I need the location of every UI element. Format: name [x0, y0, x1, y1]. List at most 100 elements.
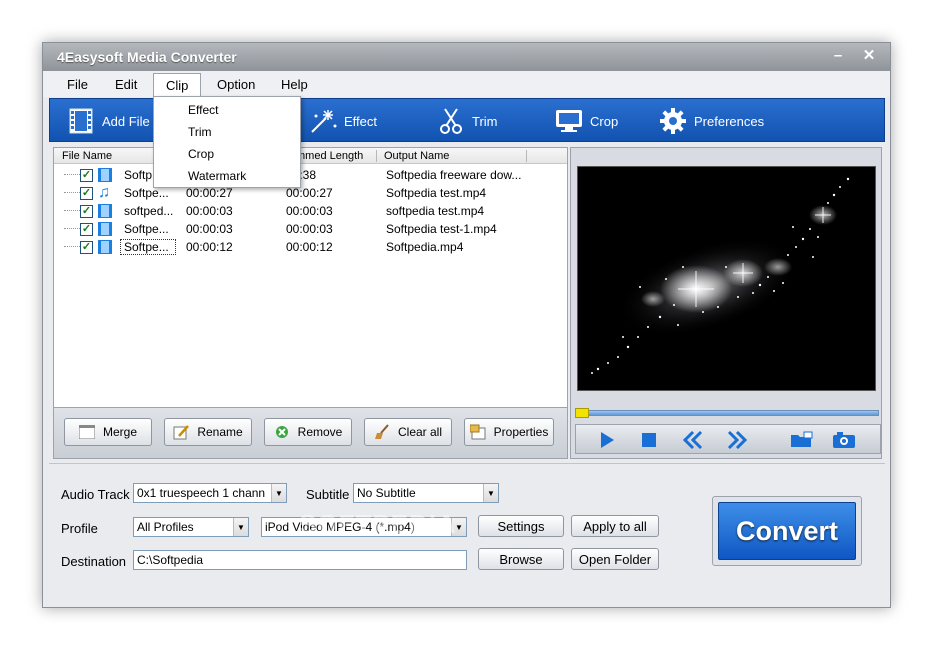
settings-button[interactable]: Settings: [478, 515, 564, 537]
trimmed-length: 00:00:27: [286, 186, 333, 200]
rename-button[interactable]: Rename: [164, 418, 252, 446]
output-name[interactable]: Softpedia.mp4: [386, 240, 531, 254]
menu-help[interactable]: Help: [281, 77, 308, 92]
preferences-button[interactable]: Preferences: [658, 99, 764, 143]
remove-button[interactable]: Remove: [264, 418, 352, 446]
file-name: softped...: [124, 204, 174, 218]
duration: 00:00:03: [186, 204, 233, 218]
duration: 00:00:12: [186, 240, 233, 254]
trim-label: Trim: [472, 113, 498, 129]
col-file-name[interactable]: File Name: [62, 150, 112, 162]
merge-icon: [78, 424, 95, 440]
file-checkbox[interactable]: ✓: [80, 169, 93, 182]
file-checkbox[interactable]: ✓: [80, 205, 93, 218]
apply-to-all-button[interactable]: Apply to all: [571, 515, 659, 537]
seek-handle[interactable]: [575, 408, 589, 418]
effect-button[interactable]: Effect: [308, 99, 377, 143]
file-list-header: File Name mmed Length Output Name: [54, 148, 567, 164]
convert-button-frame: Convert: [712, 496, 862, 566]
app-window: 4Easysoft Media Converter – ✕ File Edit …: [42, 42, 891, 608]
effect-label: Effect: [344, 113, 378, 129]
seek-bar[interactable]: [575, 408, 879, 418]
subtitle-label: Subtitle: [306, 487, 350, 502]
rewind-icon[interactable]: [682, 430, 704, 450]
file-row[interactable]: ✓ Softpe... 00:00:03 00:00:03 Softpedia …: [54, 220, 567, 238]
tree-line: [64, 246, 80, 247]
chevron-down-icon[interactable]: ▼: [271, 484, 286, 502]
convert-button[interactable]: Convert: [718, 502, 856, 560]
clip-menu-effect[interactable]: Effect: [188, 103, 218, 117]
subtitle-select[interactable]: No Subtitle ▼: [353, 483, 499, 503]
menu-option[interactable]: Option: [217, 77, 255, 92]
duration: 00:00:03: [186, 222, 233, 236]
stop-icon[interactable]: [638, 430, 660, 450]
properties-button[interactable]: Properties: [464, 418, 554, 446]
settings-panel: Audio Track 0x1 truespeech 1 chann ▼ Sub…: [49, 463, 885, 601]
trimmed-length: 00:00:03: [286, 204, 333, 218]
subtitle-value: No Subtitle: [357, 486, 416, 500]
open-folder-button[interactable]: Open Folder: [571, 548, 659, 570]
output-name[interactable]: Softpedia test.mp4: [386, 186, 531, 200]
destination-input[interactable]: C:\Softpedia: [133, 550, 467, 570]
sparkle-wand-icon: [308, 106, 338, 136]
browse-button[interactable]: Browse: [478, 548, 564, 570]
video-file-icon: [98, 222, 112, 236]
chevron-down-icon[interactable]: ▼: [233, 518, 248, 536]
file-row[interactable]: ✓ ♫ Softpe... 00:00:27 00:00:27 Softpedi…: [54, 184, 567, 202]
snapshot-icon[interactable]: [832, 430, 855, 450]
properties-label: Properties: [493, 425, 549, 439]
menu-file[interactable]: File: [67, 77, 88, 92]
clip-menu-trim[interactable]: Trim: [188, 125, 212, 139]
crop-button[interactable]: Crop: [554, 99, 618, 143]
merge-button[interactable]: Merge: [64, 418, 152, 446]
open-folder-icon[interactable]: [790, 430, 813, 450]
preview-video-frame: [578, 167, 875, 390]
scissors-icon: [436, 106, 466, 136]
output-name[interactable]: Softpedia freeware dow...: [386, 168, 531, 182]
audio-track-label: Audio Track: [61, 487, 130, 502]
file-name: Softpe...: [120, 239, 176, 255]
close-icon[interactable]: ✕: [858, 47, 880, 67]
video-file-icon: [98, 240, 112, 254]
column-separator: [376, 150, 377, 162]
minimize-icon[interactable]: –: [827, 47, 849, 67]
clip-menu-crop[interactable]: Crop: [188, 147, 214, 161]
trimmed-length: 00:00:12: [286, 240, 333, 254]
profile-category-select[interactable]: All Profiles ▼: [133, 517, 249, 537]
chevron-down-icon[interactable]: ▼: [483, 484, 498, 502]
trim-button[interactable]: Trim: [436, 99, 498, 143]
monitor-icon: [554, 106, 584, 136]
clip-menu-watermark[interactable]: Watermark: [188, 169, 246, 183]
broom-icon: [374, 424, 390, 440]
col-output-name[interactable]: Output Name: [384, 150, 449, 162]
file-row[interactable]: ✓ softped... 00:00:03 00:00:03 softpedia…: [54, 202, 567, 220]
file-checkbox[interactable]: ✓: [80, 187, 93, 200]
col-trimmed-length[interactable]: mmed Length: [296, 150, 363, 162]
file-checkbox[interactable]: ✓: [80, 241, 93, 254]
clear-all-button[interactable]: Clear all: [364, 418, 452, 446]
tree-line: [64, 192, 80, 193]
menu-bar: File Edit Clip Option Help: [43, 71, 890, 99]
file-checkbox[interactable]: ✓: [80, 223, 93, 236]
crop-label: Crop: [590, 113, 619, 129]
video-file-icon: [98, 168, 112, 182]
audio-track-value: 0x1 truespeech 1 chann: [137, 486, 266, 500]
list-button-bar: Merge Rename Remove Clear all Properties: [53, 407, 568, 459]
column-separator: [526, 150, 527, 162]
output-name[interactable]: Softpedia test-1.mp4: [386, 222, 531, 236]
add-file-button[interactable]: Add File: [66, 99, 150, 143]
tree-line: [64, 228, 80, 229]
title-bar[interactable]: 4Easysoft Media Converter – ✕: [43, 43, 890, 71]
film-icon: [66, 106, 96, 136]
fast-forward-icon[interactable]: [726, 430, 748, 450]
tree-line: [64, 174, 80, 175]
audio-track-select[interactable]: 0x1 truespeech 1 chann ▼: [133, 483, 287, 503]
output-name[interactable]: softpedia test.mp4: [386, 204, 531, 218]
file-row[interactable]: ✓ Softpe... 00:00:12 00:00:12 Softpedia.…: [54, 238, 567, 256]
play-icon[interactable]: [596, 430, 618, 450]
menu-edit[interactable]: Edit: [115, 77, 137, 92]
file-row[interactable]: ✓ Softp 02:38 Softpedia freeware dow...: [54, 166, 567, 184]
video-file-icon: [98, 204, 112, 218]
duration: 00:00:27: [186, 186, 233, 200]
rename-icon: [173, 424, 190, 440]
